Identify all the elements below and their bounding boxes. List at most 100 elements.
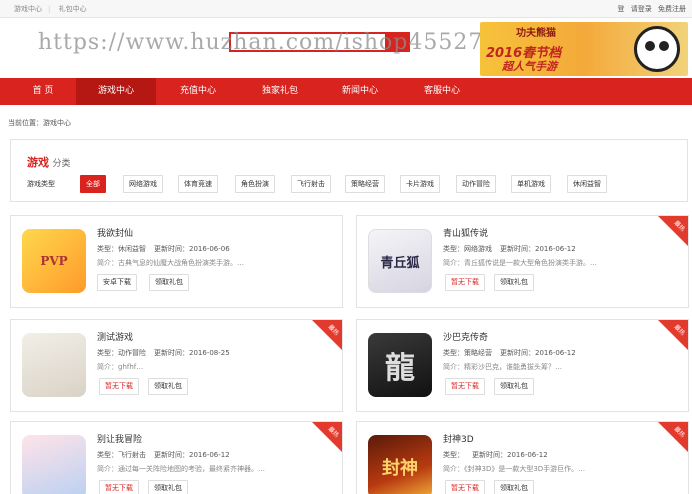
game-updated: 更新时间：2016-06-06	[154, 245, 230, 253]
anime-boy-icon[interactable]	[22, 435, 86, 494]
game-updated: 更新时间：2016-06-12	[154, 451, 230, 459]
game-meta: 类型： 更新时间：2016-06-12	[443, 450, 548, 460]
game-type: 类型：动作冒险	[97, 349, 146, 357]
gift-button[interactable]: 领取礼包	[494, 274, 534, 291]
qingqiu-fox-glyph: 青丘狐	[380, 255, 420, 271]
fengshen-3d-icon[interactable]: 封神	[368, 435, 432, 494]
game-card[interactable]: 封神 封神3D 类型： 更新时间：2016-06-12 简介：《封神3D》是一款大…	[356, 421, 689, 494]
hot-badge	[312, 320, 342, 350]
hot-badge	[658, 320, 688, 350]
game-updated: 更新时间：2016-08-25	[154, 349, 230, 357]
game-desc: 简介：《封神3D》是一款大型3D手游巨作。…	[443, 465, 586, 473]
category-filter: 游戏 分类 游戏类型 全部 网络游戏 体育竞速 角色扮演 飞行射击 策略经营 卡…	[10, 139, 688, 202]
chip-action[interactable]: 动作冒险	[456, 175, 496, 193]
gift-button[interactable]: 领取礼包	[148, 378, 188, 395]
filter-title-highlight: 游戏	[27, 156, 49, 169]
site-header: https://www.huzhan.com/ishop45527 功夫熊猫 2…	[0, 18, 692, 78]
game-card[interactable]: 龍 沙巴克传奇 类型：策略经营 更新时间：2016-06-12 简介：精彩沙巴克，…	[356, 319, 689, 412]
banner-title: 功夫熊猫	[516, 28, 556, 39]
nav-item-gifts[interactable]: 独家礼包	[240, 78, 320, 105]
game-name[interactable]: 青山狐传说	[443, 226, 488, 239]
promo-banner[interactable]: 功夫熊猫 2016春节档 超人气手游	[480, 22, 688, 76]
download-button[interactable]: 暂无下载	[99, 480, 139, 494]
hot-badge	[658, 216, 688, 246]
game-updated: 更新时间：2016-06-12	[500, 245, 576, 253]
login-link[interactable]: 请登录	[631, 5, 652, 13]
game-name[interactable]: 别让我冒险	[97, 432, 142, 445]
game-type: 类型：	[443, 451, 464, 459]
banner-line-2: 超人气手游	[502, 60, 557, 73]
hot-badge	[658, 422, 688, 452]
top-bar: 游戏中心 | 礼包中心 登 请登录 免费注册	[0, 0, 692, 18]
gift-button[interactable]: 领取礼包	[494, 480, 534, 494]
nav-item-support[interactable]: 客服中心	[402, 78, 482, 105]
game-meta: 类型：网络游戏 更新时间：2016-06-12	[443, 244, 576, 254]
chip-online[interactable]: 网络游戏	[123, 175, 163, 193]
game-type: 类型：策略经营	[443, 349, 492, 357]
chip-card[interactable]: 卡片游戏	[400, 175, 440, 193]
filter-title: 游戏 分类	[27, 154, 71, 170]
nav-item-home[interactable]: 首 页	[12, 78, 74, 105]
game-meta: 类型：飞行射击 更新时间：2016-06-12	[97, 450, 230, 460]
game-desc: 简介：精彩沙巴克，谁能勇拔头筹？…	[443, 363, 562, 371]
main-nav: 首 页 游戏中心 充值中心 独家礼包 新闻中心 客服中心	[0, 78, 692, 105]
game-type: 类型：休闲益智	[97, 245, 146, 253]
game-desc: 简介：通过每一关阵险地图的考验，最终紧齐神器。…	[97, 465, 265, 473]
game-name[interactable]: 封神3D	[443, 432, 474, 445]
game-meta: 类型：动作冒险 更新时间：2016-08-25	[97, 348, 230, 358]
qingqiu-fox-icon[interactable]: 青丘狐	[368, 229, 432, 293]
anime-girl-icon[interactable]	[22, 333, 86, 397]
chip-rpg[interactable]: 角色扮演	[235, 175, 275, 193]
game-meta: 类型：策略经营 更新时间：2016-06-12	[443, 348, 576, 358]
watermark-text: https://www.huzhan.com/ishop45527	[38, 30, 484, 55]
chip-single[interactable]: 单机游戏	[511, 175, 551, 193]
fengshen-glyph: 封神	[382, 458, 418, 479]
dragon-glyph: 龍	[385, 351, 415, 386]
game-desc: 简介：古典气息的仙魔大战角色扮演类手游。…	[97, 259, 244, 267]
download-button[interactable]: 暂无下载	[99, 378, 139, 395]
top-right-text: 登	[617, 5, 625, 13]
divider: |	[48, 5, 51, 13]
game-updated: 更新时间：2016-06-12	[500, 349, 576, 357]
chip-casual[interactable]: 休闲益智	[567, 175, 607, 193]
top-link-game-center[interactable]: 游戏中心	[14, 5, 42, 13]
chip-shooter[interactable]: 飞行射击	[291, 175, 331, 193]
download-button[interactable]: 安卓下载	[97, 274, 137, 291]
nav-item-news[interactable]: 新闻中心	[320, 78, 400, 105]
panda-icon	[634, 26, 680, 72]
user-links: 登 请登录 免费注册	[614, 4, 686, 14]
game-name[interactable]: 沙巴克传奇	[443, 330, 488, 343]
top-links: 游戏中心 | 礼包中心	[14, 4, 93, 14]
game-card[interactable]: 测试游戏 类型：动作冒险 更新时间：2016-08-25 简介：ghfhf… 暂无…	[10, 319, 343, 412]
game-desc: 简介：ghfhf…	[97, 363, 144, 371]
breadcrumb: 当前位置：游戏中心	[8, 119, 71, 127]
game-type: 类型：网络游戏	[443, 245, 492, 253]
download-button[interactable]: 暂无下载	[445, 274, 485, 291]
chip-strategy[interactable]: 策略经营	[345, 175, 385, 193]
gift-button[interactable]: 领取礼包	[148, 480, 188, 494]
game-name[interactable]: 测试游戏	[97, 330, 133, 343]
nav-item-recharge[interactable]: 充值中心	[158, 78, 238, 105]
chip-all[interactable]: 全部	[80, 175, 106, 193]
game-updated: 更新时间：2016-06-12	[472, 451, 548, 459]
dragon-character-icon[interactable]: 龍	[368, 333, 432, 397]
nav-item-game-center[interactable]: 游戏中心	[76, 78, 156, 105]
gift-button[interactable]: 领取礼包	[149, 274, 189, 291]
game-type-label: 游戏类型	[27, 180, 55, 188]
pvp-glyph: PVP	[40, 254, 68, 268]
game-name[interactable]: 我欲封仙	[97, 226, 133, 239]
chip-sports[interactable]: 体育竞速	[178, 175, 218, 193]
game-meta: 类型：休闲益智 更新时间：2016-06-06	[97, 244, 230, 254]
game-card[interactable]: 青丘狐 青山狐传说 类型：网络游戏 更新时间：2016-06-12 简介：青丘狐传…	[356, 215, 689, 308]
game-card[interactable]: PVP 我欲封仙 类型：休闲益智 更新时间：2016-06-06 简介：古典气息的…	[10, 215, 343, 308]
hot-badge	[312, 422, 342, 452]
download-button[interactable]: 暂无下载	[445, 378, 485, 395]
filter-title-rest: 分类	[52, 159, 71, 169]
pvp-game-icon[interactable]: PVP	[22, 229, 86, 293]
register-link[interactable]: 免费注册	[658, 5, 686, 13]
game-type: 类型：飞行射击	[97, 451, 146, 459]
download-button[interactable]: 暂无下载	[445, 480, 485, 494]
top-link-gift-center[interactable]: 礼包中心	[59, 5, 87, 13]
gift-button[interactable]: 领取礼包	[494, 378, 534, 395]
game-card[interactable]: 别让我冒险 类型：飞行射击 更新时间：2016-06-12 简介：通过每一关阵险地…	[10, 421, 343, 494]
